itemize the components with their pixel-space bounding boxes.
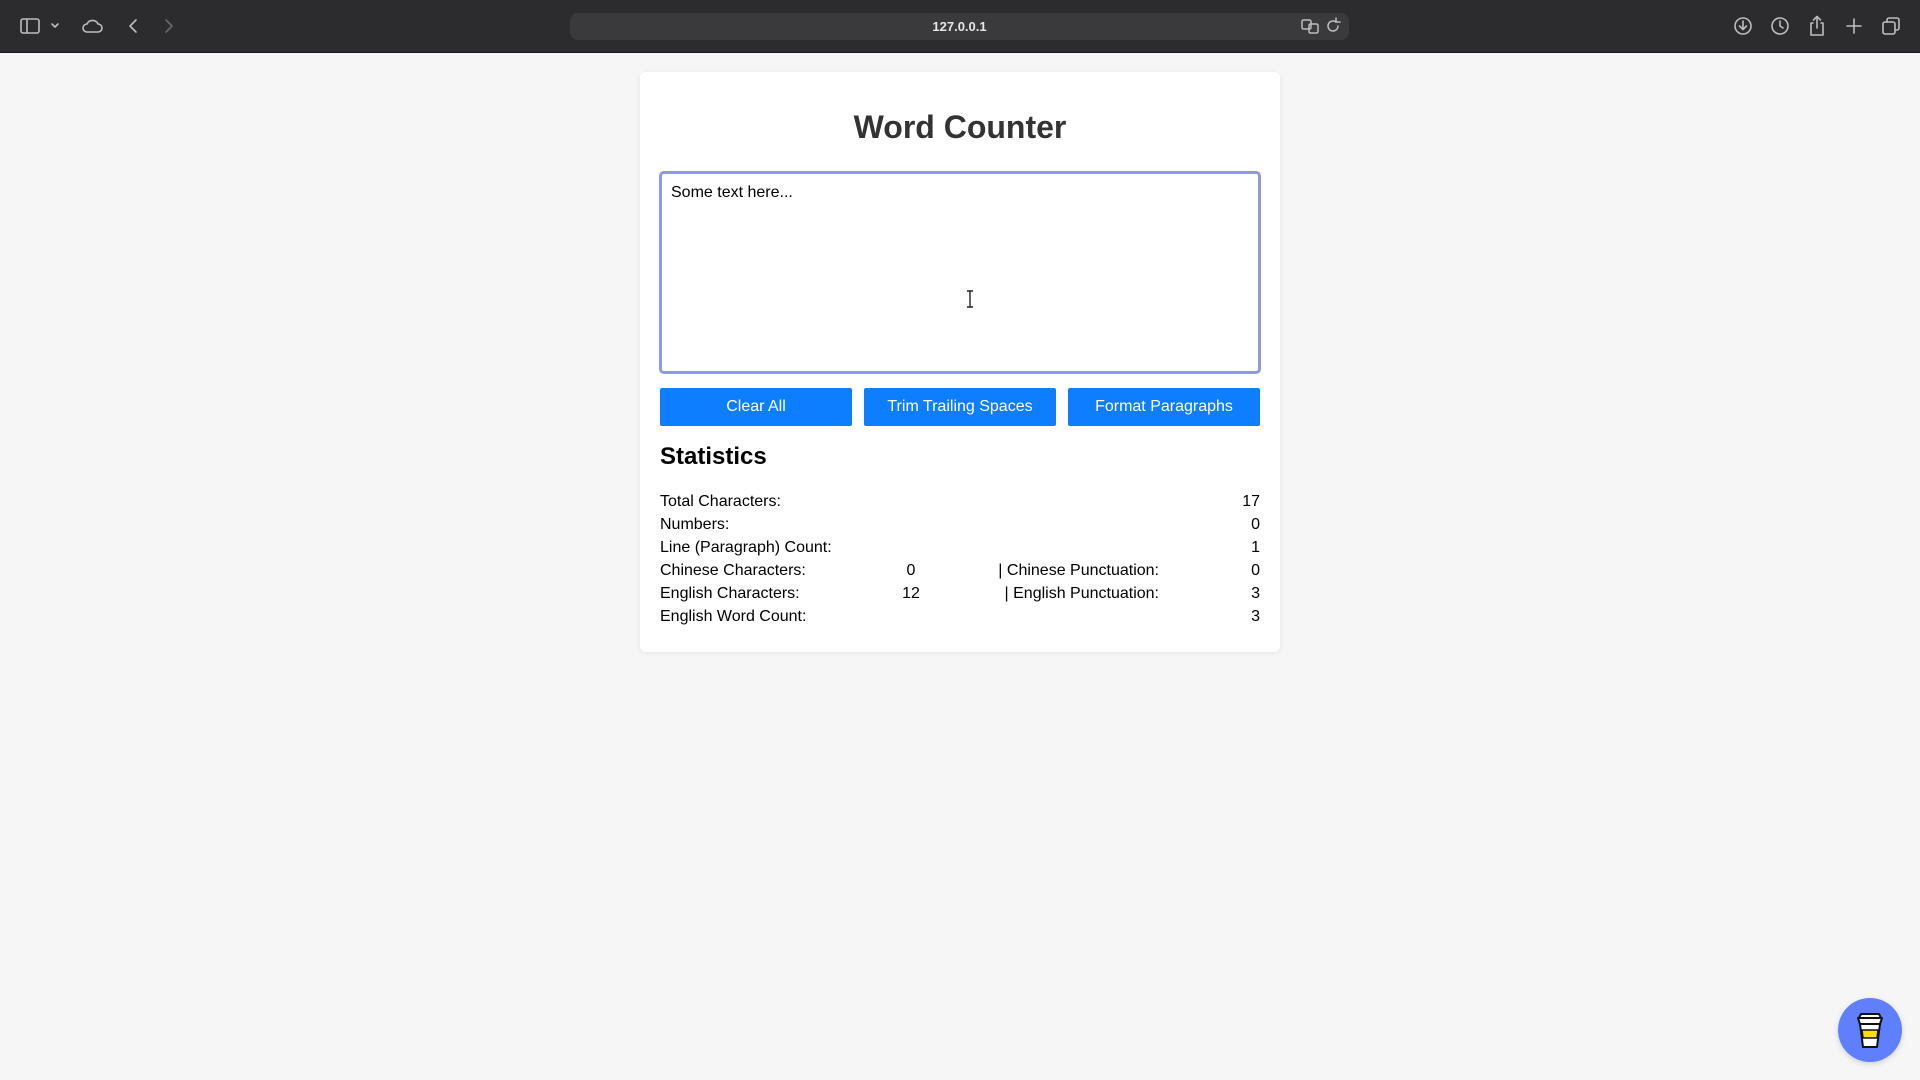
- page-title: Word Counter: [853, 109, 1067, 145]
- stat-value: 3: [1251, 608, 1260, 625]
- address-bar[interactable]: 127.0.0.1: [570, 13, 1349, 40]
- stat-value: 0: [906, 562, 916, 579]
- format-paragraphs-button[interactable]: Format Paragraphs: [1068, 388, 1260, 426]
- stat-row-chinese: Chinese Characters: 0 | Chinese Punctuat…: [660, 562, 1260, 584]
- stat-label: English Word Count:: [660, 608, 807, 625]
- stat-label: | Chinese Punctuation:: [998, 562, 1159, 579]
- statistics-heading: Statistics: [660, 443, 767, 470]
- stat-row-total-characters: Total Characters: 17: [660, 493, 1260, 515]
- history-icon[interactable]: [1768, 14, 1792, 38]
- stat-row-numbers: Numbers: 0: [660, 516, 1260, 538]
- coffee-cup-icon: [1857, 1013, 1883, 1048]
- clear-all-button[interactable]: Clear All: [660, 388, 852, 426]
- back-icon[interactable]: [121, 14, 145, 38]
- stat-label: Total Characters:: [660, 493, 781, 510]
- browser-toolbar: 127.0.0.1: [0, 0, 1920, 53]
- stat-label: | English Punctuation:: [1004, 585, 1159, 602]
- stat-value: 17: [1242, 493, 1260, 510]
- trim-trailing-spaces-button[interactable]: Trim Trailing Spaces: [864, 388, 1056, 426]
- buy-me-a-coffee-button[interactable]: [1838, 998, 1902, 1062]
- reload-icon[interactable]: [1325, 17, 1341, 40]
- chevron-down-icon[interactable]: [48, 14, 62, 38]
- stat-label: English Characters:: [660, 585, 800, 602]
- share-icon[interactable]: [1805, 14, 1829, 38]
- stat-value: 0: [1251, 516, 1260, 533]
- stat-value: 1: [1251, 539, 1260, 556]
- forward-icon[interactable]: [157, 14, 181, 38]
- text-input-wrapper: [659, 171, 1261, 374]
- stat-label: Numbers:: [660, 516, 730, 533]
- new-tab-icon[interactable]: [1842, 14, 1866, 38]
- tabs-overview-icon[interactable]: [1879, 14, 1903, 38]
- text-input[interactable]: [662, 174, 1258, 371]
- stat-row-line-count: Line (Paragraph) Count: 1: [660, 539, 1260, 561]
- translate-icon[interactable]: [1301, 17, 1319, 40]
- stat-value: 12: [902, 585, 920, 602]
- text-cursor-icon: [967, 290, 973, 308]
- url-text: 127.0.0.1: [932, 19, 987, 34]
- stat-row-english: English Characters: 12 | English Punctua…: [660, 585, 1260, 607]
- download-icon[interactable]: [1731, 14, 1755, 38]
- stat-label: Line (Paragraph) Count:: [660, 539, 832, 556]
- stat-label: Chinese Characters:: [660, 562, 806, 579]
- sidebar-icon[interactable]: [18, 14, 42, 38]
- cloud-icon[interactable]: [80, 14, 104, 38]
- stat-value: 3: [1251, 585, 1260, 602]
- stat-row-english-word-count: English Word Count: 3: [660, 608, 1260, 630]
- stat-value: 0: [1251, 562, 1260, 579]
